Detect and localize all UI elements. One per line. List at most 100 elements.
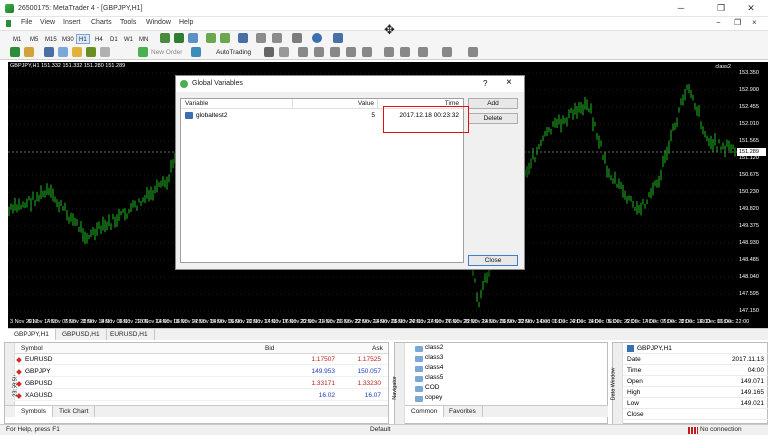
navigator-item[interactable]: class2	[425, 344, 443, 351]
tab-eurusd-h1[interactable]: EURUSD,H1	[104, 329, 155, 340]
close-button[interactable]: ✕	[738, 2, 764, 15]
menu-view[interactable]: View	[40, 19, 55, 26]
zoom-out-icon[interactable]	[220, 33, 230, 43]
column-variable[interactable]: Variable	[185, 100, 208, 107]
menu-charts[interactable]: Charts	[91, 19, 112, 26]
tab-symbols[interactable]: Symbols	[15, 406, 53, 417]
data-window-icon[interactable]	[58, 47, 68, 57]
navigator-item[interactable]: COD	[425, 384, 439, 391]
data-key: Open	[627, 378, 643, 385]
autotrading-label: AutoTrading	[216, 49, 252, 56]
timeframe-m15[interactable]: M15	[42, 34, 60, 44]
candlestick-icon[interactable]	[174, 33, 184, 43]
tab-favorites[interactable]: Favorites	[443, 406, 483, 417]
vertical-line-icon[interactable]	[298, 47, 308, 57]
column-ask[interactable]: Ask	[372, 345, 383, 352]
timeframe-m30[interactable]: M30	[59, 34, 77, 44]
fibonacci-icon[interactable]	[362, 47, 372, 57]
timeframe-h4[interactable]: H4	[92, 34, 106, 44]
dialog-close-x-button[interactable]: ×	[506, 77, 512, 88]
shapes-icon[interactable]	[442, 47, 452, 57]
expert-icon	[415, 396, 423, 402]
periods-icon[interactable]	[312, 33, 322, 43]
arrows-icon[interactable]	[418, 47, 428, 57]
mdi-restore-button[interactable]: ❐	[734, 18, 741, 27]
market-watch-icon[interactable]	[44, 47, 54, 57]
dialog-help-button[interactable]: ?	[483, 79, 487, 88]
timeframe-w1[interactable]: W1	[121, 34, 136, 44]
tab-tick-chart[interactable]: Tick Chart	[53, 406, 96, 417]
status-connection: No connection	[700, 426, 742, 433]
tab-gbpjpy-h1[interactable]: GBPJPY,H1	[8, 329, 56, 340]
navigator-item[interactable]: class3	[425, 354, 443, 361]
menu-window[interactable]: Window	[146, 19, 171, 26]
zoom-in-icon[interactable]	[206, 33, 216, 43]
price-tick-label: 149.820	[739, 206, 759, 212]
variable-name[interactable]: globaltest2	[196, 112, 227, 119]
market-watch-row[interactable]: GBPUSD 1.33171 1.33230	[5, 379, 388, 389]
variable-icon	[185, 112, 193, 119]
minimize-button[interactable]: ─	[668, 2, 694, 15]
market-watch-row[interactable]: GBPJPY 149.953 150.057	[5, 367, 388, 377]
variable-value[interactable]: 5	[331, 112, 375, 119]
market-watch-row[interactable]: XAGUSD 16.02 16.07	[5, 391, 388, 401]
trendline-icon[interactable]	[330, 47, 340, 57]
expert-icon	[415, 366, 423, 372]
add-button[interactable]: Add	[468, 98, 518, 109]
timeframe-m5[interactable]: M5	[27, 34, 41, 44]
price-tick-label: 148.040	[739, 274, 759, 280]
chart-icon	[627, 345, 634, 352]
horizontal-line-icon[interactable]	[314, 47, 324, 57]
status-profile: Default	[370, 426, 391, 433]
templates-icon[interactable]	[333, 33, 343, 43]
crosshair-icon[interactable]	[279, 47, 289, 57]
navigator-item[interactable]: class4	[425, 364, 443, 371]
new-chart-icon[interactable]	[10, 47, 20, 57]
close-button[interactable]: Close	[468, 255, 518, 266]
tab-common[interactable]: Common	[405, 406, 445, 417]
navigator-icon[interactable]	[72, 47, 82, 57]
ask-price: 16.07	[364, 392, 381, 399]
new-order-icon[interactable]	[138, 47, 148, 57]
timeframe-m1[interactable]: M1	[10, 34, 24, 44]
status-help-text: For Help, press F1	[6, 426, 60, 433]
bar-chart-icon[interactable]	[160, 33, 170, 43]
mdi-close-button[interactable]: ×	[752, 18, 757, 27]
move-cursor-icon: ✥	[384, 22, 395, 37]
new-order-button[interactable]: New Order	[151, 48, 182, 58]
menu-insert[interactable]: Insert	[63, 19, 81, 26]
navigator-item[interactable]: copey	[425, 394, 442, 401]
navigator-item[interactable]: class5	[425, 374, 443, 381]
timeframe-mn[interactable]: MN	[136, 34, 151, 44]
market-watch-row[interactable]: EURUSD 1.17507 1.17525	[5, 355, 388, 365]
dialog-title-bar: Global Variables ? ×	[176, 76, 524, 92]
timeframe-d1[interactable]: D1	[107, 34, 121, 44]
metaeditor-icon[interactable]	[191, 47, 201, 57]
indicators-icon[interactable]	[292, 33, 302, 43]
menu-tools[interactable]: Tools	[120, 19, 136, 26]
menu-file[interactable]: File	[21, 19, 32, 26]
column-symbol[interactable]: Symbol	[21, 345, 43, 352]
text-label-icon[interactable]	[400, 47, 410, 57]
text-tool-icon[interactable]	[384, 47, 394, 57]
symbol-name: GBPJPY	[25, 368, 51, 375]
strategy-tester-icon[interactable]	[100, 47, 110, 57]
autoscroll-icon[interactable]	[272, 33, 282, 43]
column-value[interactable]: Value	[331, 100, 374, 107]
chart-shift-icon[interactable]	[256, 33, 266, 43]
equidistant-channel-icon[interactable]	[346, 47, 356, 57]
cursor-icon[interactable]	[264, 47, 274, 57]
more-tools-icon[interactable]	[468, 47, 478, 57]
timeframe-h1[interactable]: H1	[76, 34, 90, 44]
line-chart-icon[interactable]	[188, 33, 198, 43]
column-bid[interactable]: Bid	[265, 345, 274, 352]
mdi-minimize-button[interactable]: −	[716, 18, 721, 27]
delete-button[interactable]: Delete	[468, 113, 518, 124]
restore-button[interactable]: ❐	[708, 2, 734, 15]
tab-gbpusd-h1[interactable]: GBPUSD,H1	[56, 329, 107, 340]
profiles-icon[interactable]	[24, 47, 34, 57]
terminal-icon[interactable]	[86, 47, 96, 57]
menu-help[interactable]: Help	[179, 19, 193, 26]
tile-windows-icon[interactable]	[238, 33, 248, 43]
global-variables-dialog: Global Variables ? × Variable Value Time…	[175, 75, 525, 270]
